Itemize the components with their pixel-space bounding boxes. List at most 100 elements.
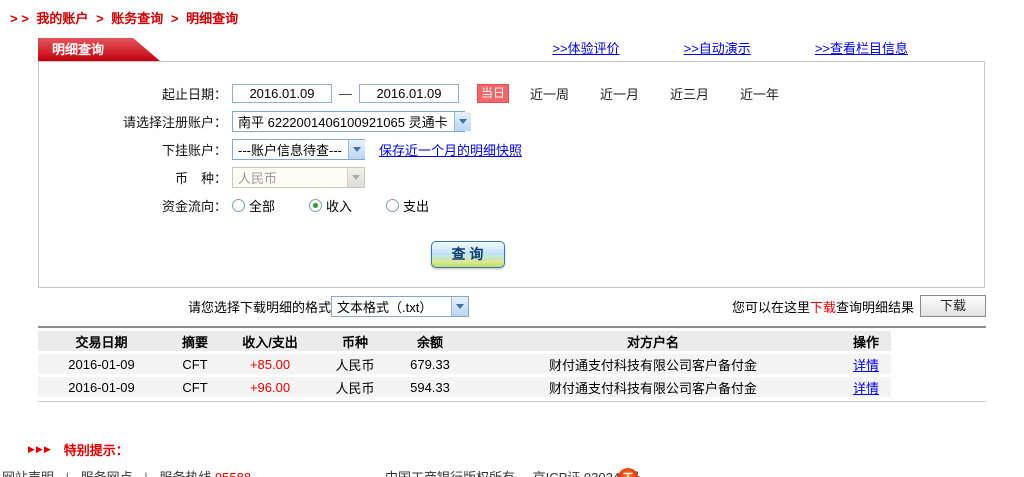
- panel-header: 明细查询 >>体验评价 >>自动演示 >>查看栏目信息: [38, 37, 986, 61]
- col-header-income-expense: 收入/支出: [225, 331, 315, 351]
- sub-account-label: 下挂账户：: [39, 140, 227, 159]
- chevron-down-icon: [451, 297, 468, 316]
- col-header-trade-date: 交易日期: [38, 331, 165, 351]
- chevron-down-icon: [347, 168, 364, 187]
- download-hint-group: 您可以在这里下载查询明细结果 下载: [732, 295, 986, 317]
- cell-date: 2016-01-09: [38, 377, 165, 397]
- currency-value: 人民币: [233, 168, 283, 187]
- quick-link-last-month[interactable]: 近一月: [600, 84, 639, 103]
- col-header-summary: 摘要: [165, 331, 225, 351]
- fund-flow-label: 资金流向：: [39, 196, 227, 215]
- query-button-row: 查 询: [39, 241, 984, 268]
- currency-row: 币 种： 人民币: [39, 163, 984, 191]
- today-button[interactable]: 当日: [477, 84, 509, 103]
- link-auto-demo[interactable]: >>自动演示: [684, 38, 751, 57]
- results-table-wrap: 交易日期 摘要 收入/支出 币种 余额 对方户名 操作 2016-01-09 C…: [38, 326, 986, 402]
- register-account-row: 请选择注册账户： 南平 6222001406100921065 灵通卡: [39, 107, 984, 135]
- breadcrumb-item-account-query[interactable]: 账务查询: [111, 11, 163, 26]
- date-dash: —: [339, 86, 352, 101]
- fund-flow-radio-group: 全部 收入 支出: [232, 196, 429, 215]
- radio-icon: [232, 199, 245, 212]
- link-experience-evaluation[interactable]: >>体验评价: [552, 38, 619, 57]
- page: > > 我的账户 > 账务查询 > 明细查询 明细查询 >>体验评价 >>自动演…: [0, 0, 1024, 477]
- header-links: >>体验评价 >>自动演示 >>查看栏目信息: [552, 38, 908, 61]
- radio-icon: [386, 199, 399, 212]
- breadcrumb-item-detail-query[interactable]: 明细查询: [186, 11, 238, 26]
- date-to-input[interactable]: [359, 84, 459, 103]
- quick-link-last-3-months[interactable]: 近三月: [670, 84, 709, 103]
- radio-label-all: 全部: [249, 196, 275, 215]
- link-view-column-info[interactable]: >>查看栏目信息: [815, 38, 908, 57]
- radio-checked-icon: [309, 199, 322, 212]
- date-from-input[interactable]: [232, 84, 332, 103]
- sub-account-select[interactable]: ---账户信息待查---: [232, 139, 365, 160]
- footer-hotline-label: 服务热线: [159, 470, 211, 477]
- download-button[interactable]: 下载: [920, 295, 986, 317]
- query-button[interactable]: 查 询: [431, 241, 505, 268]
- cell-balance: 679.33: [395, 354, 465, 374]
- triple-arrow-icon: ▶▶▶: [28, 444, 52, 455]
- col-header-counterparty: 对方户名: [465, 331, 841, 351]
- table-row: 2016-01-09 CFT +85.00 人民币 679.33 财付通支付科技…: [38, 354, 891, 374]
- table-header-row: 交易日期 摘要 收入/支出 币种 余额 对方户名 操作: [38, 331, 891, 351]
- register-account-select[interactable]: 南平 6222001406100921065 灵通卡: [232, 111, 465, 132]
- breadcrumb-item-my-account[interactable]: 我的账户: [36, 11, 88, 26]
- download-format-value: 文本格式（.txt）: [332, 297, 438, 316]
- date-range-row: 起止日期： — 当日 近一周 近一月 近三月 近一年: [39, 79, 984, 107]
- col-header-balance: 余额: [395, 331, 465, 351]
- footer-link-service-outlets[interactable]: 服务网点: [81, 470, 133, 477]
- detail-link[interactable]: 详情: [853, 381, 879, 396]
- quick-range-links: 近一周 近一月 近三月 近一年: [530, 84, 779, 103]
- copyright-text: 中国工商银行版权所有: [385, 470, 515, 477]
- breadcrumb-separator: >: [96, 11, 104, 26]
- footer-copyright: 中国工商银行版权所有 京ICP证 030247号: [385, 467, 640, 477]
- col-header-action: 操作: [841, 331, 891, 351]
- quick-link-last-year[interactable]: 近一年: [740, 84, 779, 103]
- cell-amount: +96.00: [225, 377, 315, 397]
- date-range-label: 起止日期：: [39, 84, 227, 103]
- cell-counterparty: 财付通支付科技有限公司客户备付金: [465, 377, 841, 397]
- save-monthly-snapshot-link[interactable]: 保存近一个月的明细快照: [379, 140, 522, 159]
- download-row: 请您选择下载明细的格式 文本格式（.txt） 您可以在这里下载查询明细结果 下载: [38, 294, 986, 318]
- download-hint-link[interactable]: 下载: [810, 297, 836, 316]
- cell-date: 2016-01-09: [38, 354, 165, 374]
- cell-counterparty: 财付通支付科技有限公司客户备付金: [465, 354, 841, 374]
- quick-link-last-week[interactable]: 近一周: [530, 84, 569, 103]
- cell-summary: CFT: [165, 377, 225, 397]
- footer-link-site-statement[interactable]: 网站声明: [2, 470, 54, 477]
- radio-option-all[interactable]: 全部: [232, 196, 275, 215]
- col-header-currency: 币种: [315, 331, 395, 351]
- footer: 网站声明 | 服务网点 | 服务热线 95588 中国工商银行版权所有 京ICP…: [0, 467, 1024, 477]
- sub-account-row: 下挂账户： ---账户信息待查--- 保存近一个月的明细快照: [39, 135, 984, 163]
- breadcrumb: > > 我的账户 > 账务查询 > 明细查询: [10, 8, 242, 27]
- tab-detail-query[interactable]: 明细查询: [38, 38, 160, 61]
- chevron-down-icon: [454, 112, 471, 131]
- sub-account-value: ---账户信息待查---: [233, 140, 348, 159]
- footer-separator: |: [144, 470, 147, 477]
- table-row: 2016-01-09 CFT +96.00 人民币 594.33 财付通支付科技…: [38, 377, 891, 397]
- footer-hotline-number: 95588: [215, 470, 251, 477]
- currency-label: 币 种：: [39, 168, 227, 187]
- currency-select-disabled: 人民币: [232, 167, 365, 188]
- cell-currency: 人民币: [315, 354, 395, 374]
- cell-balance: 594.33: [395, 377, 465, 397]
- download-format-label: 请您选择下载明细的格式: [188, 297, 331, 316]
- special-notice-title: 特别提示：: [64, 440, 129, 459]
- radio-option-income[interactable]: 收入: [309, 196, 352, 215]
- cell-amount: +85.00: [225, 354, 315, 374]
- footer-links: 网站声明 | 服务网点 | 服务热线 95588: [2, 467, 251, 477]
- breadcrumb-prefix: > >: [10, 11, 29, 26]
- radio-label-income: 收入: [326, 196, 352, 215]
- query-form-panel: 起止日期： — 当日 近一周 近一月 近三月 近一年 请选择注册账户： 南平 6…: [38, 61, 985, 288]
- radio-option-expense[interactable]: 支出: [386, 196, 429, 215]
- detail-link[interactable]: 详情: [853, 358, 879, 373]
- fund-flow-row: 资金流向： 全部 收入 支出: [39, 191, 984, 219]
- chevron-down-icon: [348, 140, 365, 159]
- download-format-select[interactable]: 文本格式（.txt）: [331, 296, 469, 317]
- cell-currency: 人民币: [315, 377, 395, 397]
- cell-summary: CFT: [165, 354, 225, 374]
- register-account-value: 南平 6222001406100921065 灵通卡: [233, 112, 454, 131]
- register-account-label: 请选择注册账户：: [39, 112, 227, 131]
- results-table: 交易日期 摘要 收入/支出 币种 余额 对方户名 操作 2016-01-09 C…: [38, 328, 891, 400]
- radio-label-expense: 支出: [403, 196, 429, 215]
